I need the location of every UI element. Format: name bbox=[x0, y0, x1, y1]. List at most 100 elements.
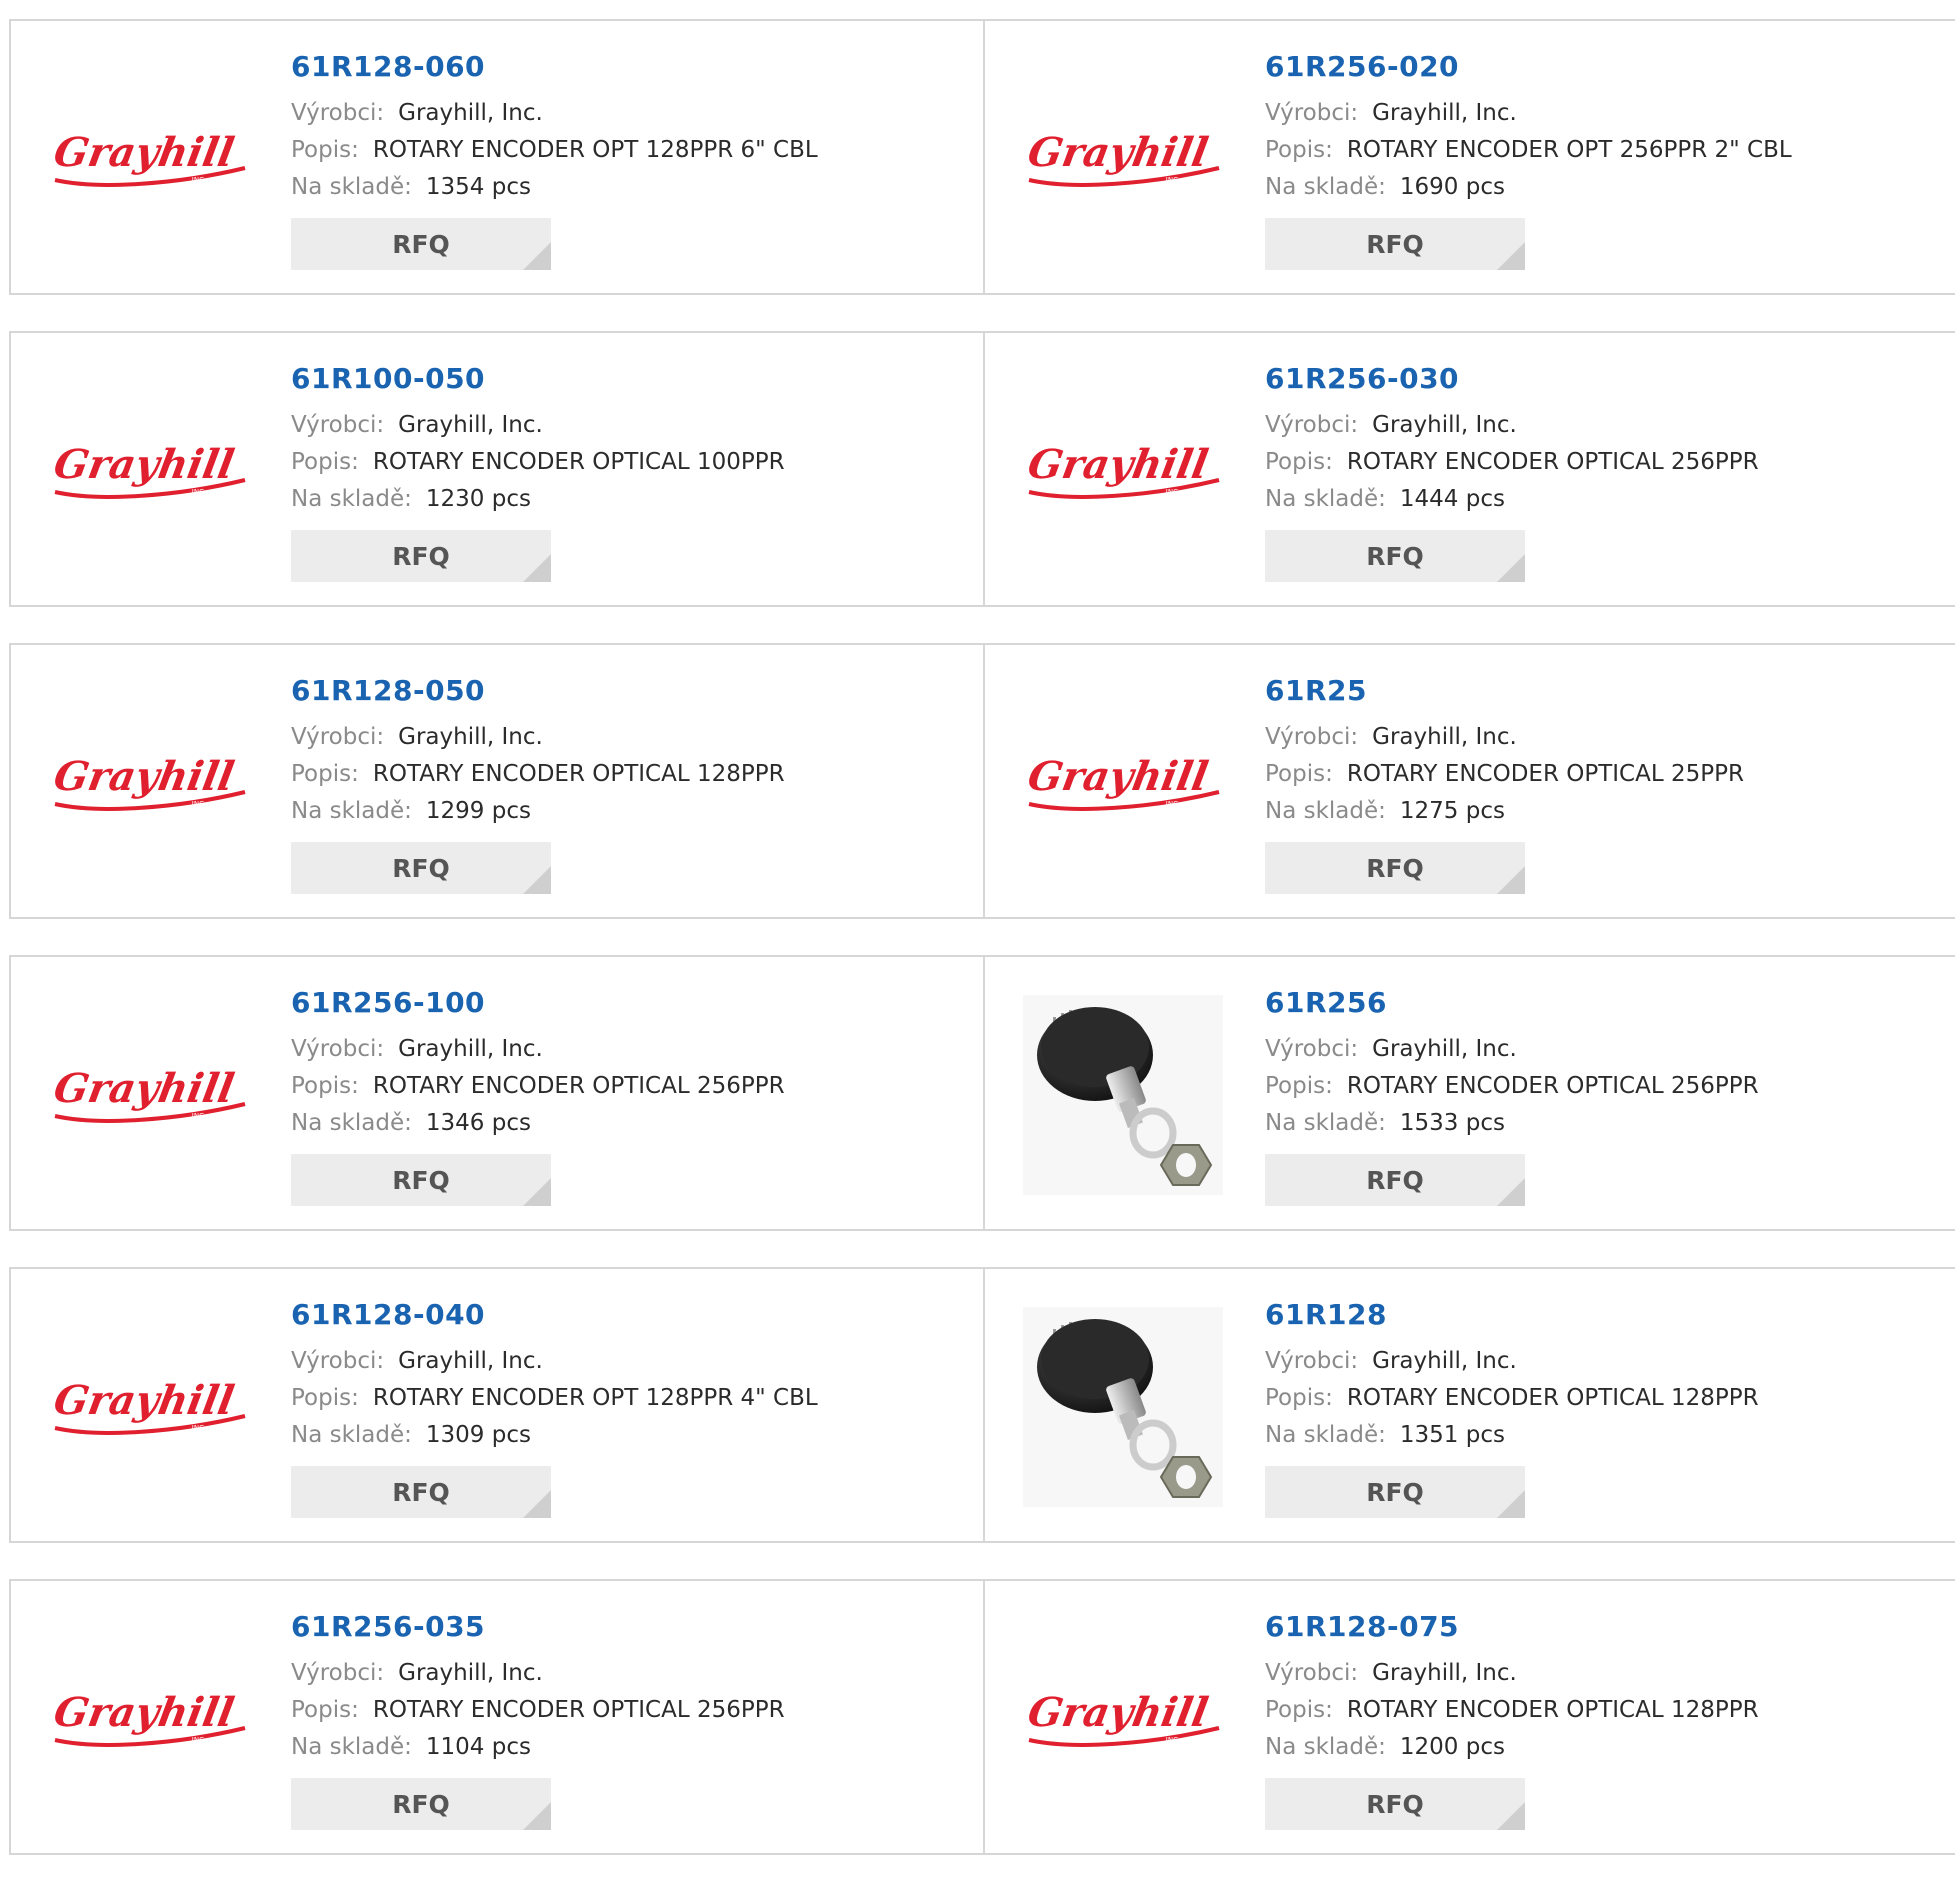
product-card: 61R256 Výrobci: Grayhill, Inc. Popis: ROTARY… bbox=[983, 957, 1955, 1229]
rfq-button[interactable]: RFQ bbox=[1265, 1778, 1525, 1830]
rfq-button[interactable]: RFQ bbox=[1265, 842, 1525, 894]
product-row: Grayhill INC. 61R128-060 Výrobci: Grayhill, … bbox=[9, 19, 1955, 295]
product-card: 61R128 Výrobci: Grayhill, Inc. Popis: ROTARY… bbox=[983, 1269, 1955, 1541]
rfq-label: RFQ bbox=[392, 853, 450, 883]
part-number-link[interactable]: 61R25 bbox=[1265, 673, 1744, 709]
manufacturer-line: Výrobci: Grayhill, Inc. bbox=[291, 407, 785, 444]
rfq-label: RFQ bbox=[392, 1477, 450, 1507]
description-line: Popis: ROTARY ENCODER OPTICAL 128PPR bbox=[1265, 1380, 1759, 1417]
logo-sub-text: INC. bbox=[1166, 800, 1180, 808]
stock-value: 1275 pcs bbox=[1399, 798, 1505, 824]
logo-text: Grayhill bbox=[50, 1064, 237, 1112]
stock-line: Na skladě: 1346 pcs bbox=[291, 1105, 785, 1142]
description-value: ROTARY ENCODER OPTICAL 256PPR bbox=[372, 1073, 785, 1099]
rfq-button[interactable]: RFQ bbox=[291, 1154, 551, 1206]
manufacturer-value: Grayhill, Inc. bbox=[398, 412, 543, 438]
grayhill-logo: GrayhillINC. bbox=[50, 752, 246, 811]
corner-triangle-icon bbox=[523, 866, 551, 894]
description-line: Popis: ROTARY ENCODER OPTICAL 25PPR bbox=[1265, 756, 1744, 793]
part-number-link[interactable]: 61R256 bbox=[1265, 985, 1759, 1021]
stock-label: Na skladě: bbox=[1265, 486, 1386, 512]
description-value: ROTARY ENCODER OPTICAL 256PPR bbox=[372, 1697, 785, 1723]
product-card: Grayhill INC. 61R256-020 Výrobci: Grayhill, … bbox=[983, 21, 1955, 293]
product-image[interactable]: Grayhill INC. bbox=[49, 59, 249, 259]
stock-label: Na skladě: bbox=[291, 1734, 412, 1760]
part-number-link[interactable]: 61R256-030 bbox=[1265, 361, 1759, 397]
description-line: Popis: ROTARY ENCODER OPTICAL 256PPR bbox=[1265, 444, 1759, 481]
rfq-button[interactable]: RFQ bbox=[291, 218, 551, 270]
product-image[interactable] bbox=[1023, 995, 1223, 1195]
stock-value: 1533 pcs bbox=[1399, 1110, 1505, 1136]
manufacturer-label: Výrobci: bbox=[1265, 1036, 1359, 1062]
product-image[interactable]: Grayhill INC. bbox=[49, 1619, 249, 1819]
rfq-label: RFQ bbox=[1366, 541, 1424, 571]
product-info: 61R128-040 Výrobci: Grayhill, Inc. Popis: RO… bbox=[291, 1297, 818, 1518]
product-image[interactable]: Grayhill INC. bbox=[1023, 59, 1223, 259]
stock-label: Na skladě: bbox=[291, 798, 412, 824]
manufacturer-label: Výrobci: bbox=[291, 100, 385, 126]
stock-label: Na skladě: bbox=[1265, 1110, 1386, 1136]
description-value: ROTARY ENCODER OPT 256PPR 2" CBL bbox=[1346, 137, 1792, 163]
part-number-link[interactable]: 61R100-050 bbox=[291, 361, 785, 397]
product-image[interactable]: Grayhill INC. bbox=[49, 371, 249, 571]
manufacturer-label: Výrobci: bbox=[291, 1036, 385, 1062]
manufacturer-label: Výrobci: bbox=[291, 724, 385, 750]
description-label: Popis: bbox=[291, 1697, 359, 1723]
logo-sub-text: INC. bbox=[192, 488, 206, 496]
logo-text: Grayhill bbox=[50, 128, 237, 176]
manufacturer-label: Výrobci: bbox=[291, 1660, 385, 1686]
part-number-link[interactable]: 61R128 bbox=[1265, 1297, 1759, 1333]
stock-label: Na skladě: bbox=[291, 1422, 412, 1448]
logo-sub-text: INC. bbox=[192, 176, 206, 184]
product-grid: Grayhill INC. 61R128-060 Výrobci: Grayhill, … bbox=[9, 19, 1955, 1891]
product-card: Grayhill INC. 61R256-030 Výrobci: Grayhill, … bbox=[983, 333, 1955, 605]
rfq-button[interactable]: RFQ bbox=[1265, 218, 1525, 270]
rfq-button[interactable]: RFQ bbox=[1265, 1154, 1525, 1206]
logo-text: Grayhill bbox=[50, 1688, 237, 1736]
corner-triangle-icon bbox=[1497, 1802, 1525, 1830]
manufacturer-value: Grayhill, Inc. bbox=[398, 724, 543, 750]
logo-text: Grayhill bbox=[1024, 752, 1211, 800]
product-row: Grayhill INC. 61R256-035 Výrobci: Grayhill, … bbox=[9, 1579, 1955, 1855]
corner-triangle-icon bbox=[523, 1802, 551, 1830]
part-number-link[interactable]: 61R128-040 bbox=[291, 1297, 818, 1333]
part-number-link[interactable]: 61R256-100 bbox=[291, 985, 785, 1021]
logo-sub-text: INC. bbox=[192, 1424, 206, 1432]
product-info: 61R128 Výrobci: Grayhill, Inc. Popis: ROTARY… bbox=[1265, 1297, 1759, 1518]
product-image[interactable]: Grayhill INC. bbox=[1023, 683, 1223, 883]
product-image[interactable] bbox=[1023, 1307, 1223, 1507]
manufacturer-line: Výrobci: Grayhill, Inc. bbox=[1265, 719, 1744, 756]
part-number-link[interactable]: 61R128-060 bbox=[291, 49, 818, 85]
product-info: 61R256-020 Výrobci: Grayhill, Inc. Popis: RO… bbox=[1265, 49, 1792, 270]
rfq-button[interactable]: RFQ bbox=[1265, 530, 1525, 582]
rfq-button[interactable]: RFQ bbox=[291, 1778, 551, 1830]
corner-triangle-icon bbox=[1497, 866, 1525, 894]
product-image[interactable]: Grayhill INC. bbox=[49, 683, 249, 883]
product-info: 61R128-060 Výrobci: Grayhill, Inc. Popis: RO… bbox=[291, 49, 818, 270]
rfq-button[interactable]: RFQ bbox=[291, 530, 551, 582]
manufacturer-label: Výrobci: bbox=[1265, 1660, 1359, 1686]
rfq-button[interactable]: RFQ bbox=[291, 1466, 551, 1518]
part-number-link[interactable]: 61R256-035 bbox=[291, 1609, 785, 1645]
description-value: ROTARY ENCODER OPTICAL 100PPR bbox=[372, 449, 785, 475]
part-number-link[interactable]: 61R128-075 bbox=[1265, 1609, 1759, 1645]
description-value: ROTARY ENCODER OPTICAL 128PPR bbox=[372, 761, 785, 787]
manufacturer-label: Výrobci: bbox=[1265, 1348, 1359, 1374]
manufacturer-line: Výrobci: Grayhill, Inc. bbox=[291, 1031, 785, 1068]
product-image[interactable]: Grayhill INC. bbox=[49, 1307, 249, 1507]
part-number-link[interactable]: 61R256-020 bbox=[1265, 49, 1792, 85]
part-number-link[interactable]: 61R128-050 bbox=[291, 673, 785, 709]
corner-triangle-icon bbox=[523, 1490, 551, 1518]
description-line: Popis: ROTARY ENCODER OPT 128PPR 4" CBL bbox=[291, 1380, 818, 1417]
rfq-button[interactable]: RFQ bbox=[1265, 1466, 1525, 1518]
product-image[interactable]: Grayhill INC. bbox=[1023, 1619, 1223, 1819]
product-image[interactable]: Grayhill INC. bbox=[49, 995, 249, 1195]
product-image[interactable]: Grayhill INC. bbox=[1023, 371, 1223, 571]
logo-text: Grayhill bbox=[50, 440, 237, 488]
stock-line: Na skladě: 1351 pcs bbox=[1265, 1417, 1759, 1454]
product-info: 61R256-100 Výrobci: Grayhill, Inc. Popis: RO… bbox=[291, 985, 785, 1206]
rfq-label: RFQ bbox=[392, 1165, 450, 1195]
rfq-button[interactable]: RFQ bbox=[291, 842, 551, 894]
product-info: 61R25 Výrobci: Grayhill, Inc. Popis: ROTARY … bbox=[1265, 673, 1744, 894]
stock-label: Na skladě: bbox=[1265, 798, 1386, 824]
